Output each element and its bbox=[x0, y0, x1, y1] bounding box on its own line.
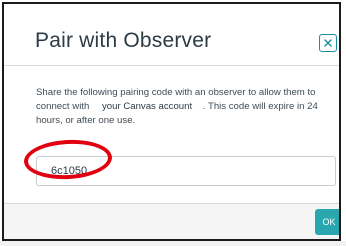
pairing-code-field[interactable] bbox=[36, 156, 336, 186]
dialog-title: Pair with Observer bbox=[35, 29, 212, 52]
background-strip bbox=[0, 241, 346, 246]
close-x-icon bbox=[324, 39, 332, 47]
close-button[interactable] bbox=[319, 34, 337, 52]
dialog-footer: OK bbox=[4, 203, 339, 239]
pairing-instructions: Share the following pairing code with an… bbox=[36, 86, 334, 128]
canvas-account-link[interactable]: your Canvas account bbox=[96, 100, 199, 114]
dialog-body: Share the following pairing code with an… bbox=[4, 66, 339, 203]
ok-button[interactable]: OK bbox=[315, 209, 339, 235]
dialog-header: Pair with Observer bbox=[4, 4, 339, 66]
pair-with-observer-dialog: Pair with Observer Share the following p… bbox=[2, 2, 341, 241]
